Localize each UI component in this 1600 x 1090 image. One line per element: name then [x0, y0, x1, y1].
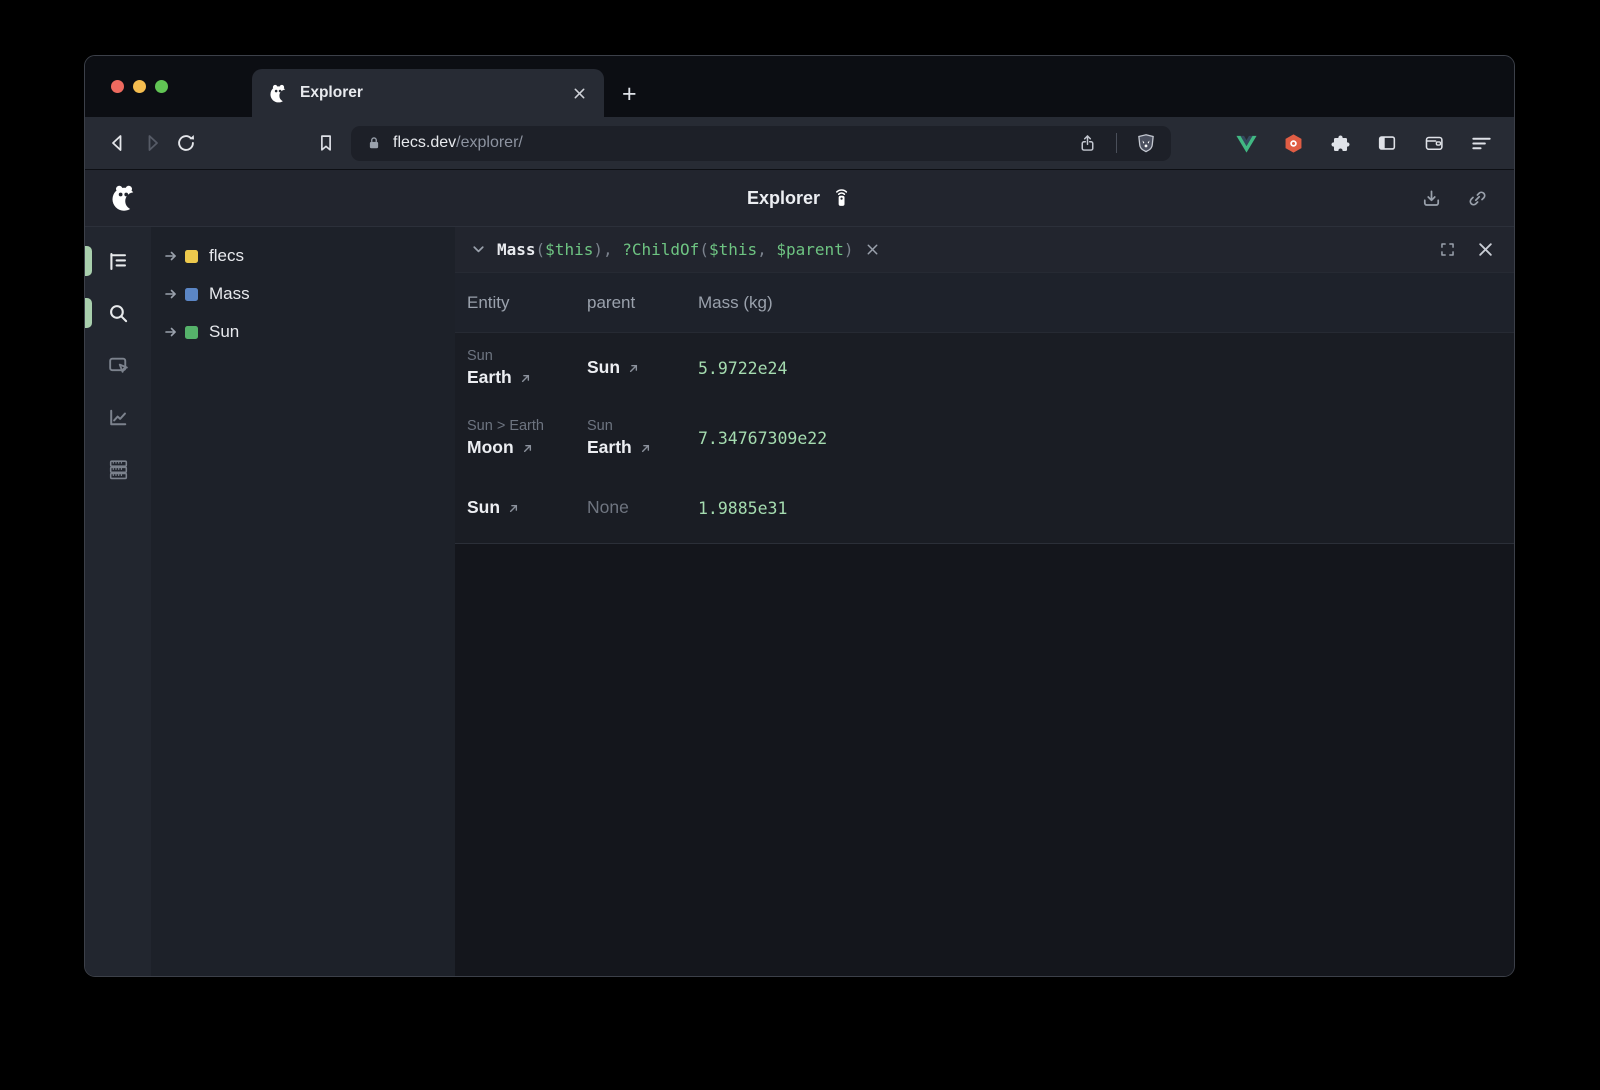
sidebar-search-icon[interactable] [85, 287, 151, 339]
app-header: Explorer [85, 169, 1514, 227]
forward-icon[interactable] [135, 126, 169, 160]
entity-cell: Sun > Earth Moon [455, 416, 587, 460]
traffic-lights [85, 56, 188, 117]
open-entity-icon[interactable] [627, 362, 640, 375]
remote-connected-icon [830, 187, 852, 209]
tab-strip: Explorer + [85, 56, 1514, 117]
open-entity-icon[interactable] [521, 442, 534, 455]
url-text: flecs.dev/explorer/ [393, 134, 1070, 152]
wallet-icon[interactable] [1417, 126, 1451, 160]
tree-item[interactable]: Mass [151, 275, 455, 313]
entity-cell: Sun [455, 496, 587, 520]
column-header-entity: Entity [455, 293, 587, 313]
download-icon[interactable] [1416, 183, 1446, 213]
window-minimize-button[interactable] [133, 80, 146, 93]
parent-cell: None [587, 496, 698, 520]
query-expression[interactable]: Mass($this), ?ChildOf($this, $parent) [497, 240, 853, 259]
column-header-mass: Mass (kg) [698, 293, 1514, 313]
sidebar-tree-icon[interactable] [85, 235, 151, 287]
sidebar-tables-icon[interactable] [85, 443, 151, 495]
mass-cell: 1.9885e31 [698, 499, 1514, 518]
parent-cell: Sun Earth [587, 416, 698, 460]
entity-cell: Sun Earth [455, 346, 587, 390]
results-table-body: Sun Earth Sun 5.9722e24 [455, 333, 1514, 544]
lock-icon [365, 134, 383, 152]
entity-tree-panel: flecs Mass Sun [151, 227, 455, 976]
url-path: /explorer/ [456, 134, 523, 151]
app-title-group: Explorer [747, 170, 852, 226]
query-bar: Mass($this), ?ChildOf($this, $parent) [455, 227, 1514, 273]
entity-color-square [185, 326, 198, 339]
sidebar-toggle-icon[interactable] [1370, 126, 1404, 160]
table-row: Sun Earth Sun 5.9722e24 [455, 333, 1514, 403]
entity-link[interactable]: Earth [467, 366, 587, 390]
share-icon[interactable] [1070, 126, 1104, 160]
parent-link: None [587, 496, 698, 520]
entity-path: Sun [467, 346, 587, 366]
tree-item[interactable]: flecs [151, 237, 455, 275]
header-actions [1416, 183, 1492, 213]
mass-cell: 5.9722e24 [698, 359, 1514, 378]
address-separator [1116, 133, 1117, 153]
hexagon-extension-icon[interactable] [1276, 126, 1310, 160]
vue-extension-icon[interactable] [1229, 126, 1263, 160]
brave-shield-icon[interactable] [1129, 126, 1163, 160]
new-tab-button[interactable]: + [622, 82, 637, 107]
window-zoom-button[interactable] [155, 80, 168, 93]
back-icon[interactable] [101, 126, 135, 160]
tree-item-label: flecs [209, 246, 244, 266]
tree-item[interactable]: Sun [151, 313, 455, 351]
bookmark-icon[interactable] [309, 126, 343, 160]
main-panel: Mass($this), ?ChildOf($this, $parent) [455, 227, 1514, 976]
expand-arrow-icon[interactable] [163, 248, 179, 264]
icon-sidebar [85, 227, 151, 976]
link-icon[interactable] [1462, 183, 1492, 213]
address-bar[interactable]: flecs.dev/explorer/ [351, 126, 1171, 161]
entity-link[interactable]: Sun [467, 496, 587, 520]
expand-arrow-icon[interactable] [163, 324, 179, 340]
table-row: Sun None 1.9885e31 [455, 473, 1514, 543]
open-entity-icon[interactable] [507, 502, 520, 515]
sidebar-stats-icon[interactable] [85, 391, 151, 443]
window-close-button[interactable] [111, 80, 124, 93]
reload-icon[interactable] [169, 126, 203, 160]
open-entity-icon[interactable] [519, 372, 532, 385]
mass-cell: 7.34767309e22 [698, 429, 1514, 448]
browser-window: Explorer + [84, 55, 1515, 977]
chevron-down-icon[interactable] [465, 237, 491, 263]
open-entity-icon[interactable] [639, 442, 652, 455]
parent-cell: Sun [587, 356, 698, 380]
entity-color-square [185, 288, 198, 301]
sidebar-inspect-icon[interactable] [85, 339, 151, 391]
results-table-header: Entity parent Mass (kg) [455, 273, 1514, 333]
entity-link[interactable]: Moon [467, 436, 587, 460]
tab-close-icon[interactable] [568, 82, 590, 104]
parent-path: Sun [587, 416, 698, 436]
tree-item-label: Sun [209, 322, 239, 342]
flecs-logo-icon [109, 183, 139, 213]
app-content: flecs Mass Sun Mass($t [85, 227, 1514, 976]
expand-arrow-icon[interactable] [163, 286, 179, 302]
table-row: Sun > Earth Moon Sun Earth [455, 403, 1514, 473]
extensions-puzzle-icon[interactable] [1323, 126, 1357, 160]
parent-link[interactable]: Earth [587, 436, 698, 460]
browser-toolbar: flecs.dev/explorer/ [85, 117, 1514, 169]
fullscreen-icon[interactable] [1434, 237, 1460, 263]
desktop-background: Explorer + [0, 0, 1600, 1090]
app-title: Explorer [747, 188, 820, 209]
panel-close-icon[interactable] [1472, 237, 1498, 263]
url-domain: flecs.dev [393, 134, 456, 151]
parent-link[interactable]: Sun [587, 356, 698, 380]
tree-item-label: Mass [209, 284, 250, 304]
extensions-area [1229, 126, 1498, 160]
menu-icon[interactable] [1464, 126, 1498, 160]
column-header-parent: parent [587, 293, 698, 313]
flecs-favicon-icon [268, 83, 289, 104]
query-clear-icon[interactable] [859, 237, 885, 263]
entity-path: Sun > Earth [467, 416, 587, 436]
browser-tab-explorer[interactable]: Explorer [252, 69, 604, 117]
tab-title: Explorer [300, 84, 557, 102]
entity-color-square [185, 250, 198, 263]
